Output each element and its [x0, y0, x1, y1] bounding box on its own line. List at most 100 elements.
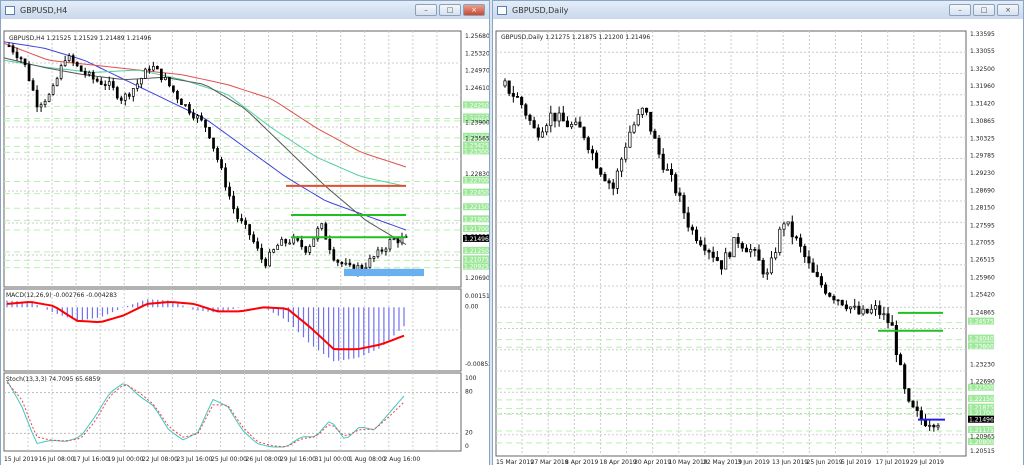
close-button[interactable]: ×	[463, 4, 485, 16]
candle-body	[168, 77, 171, 87]
price-tick: 1.30865	[970, 118, 995, 125]
candle-body	[160, 68, 163, 81]
candle-body	[878, 305, 882, 315]
candle-body	[256, 241, 259, 249]
price-tick: 1.29230	[970, 170, 995, 177]
right-chart-window[interactable]: GBPUSD,Daily – □ × 1.24575 1.24040 1.23800 1.…	[492, 0, 1024, 465]
close-button[interactable]: ×	[997, 4, 1019, 16]
candle-body	[703, 244, 707, 251]
candle-body	[51, 85, 55, 95]
candle-body	[244, 220, 247, 225]
candle-body	[815, 271, 819, 277]
left-window-title: GBPUSD,H4	[20, 5, 68, 15]
candle-body	[71, 55, 75, 63]
candle-body	[653, 130, 657, 139]
candle-body	[304, 246, 308, 253]
candle-body	[240, 218, 243, 222]
candle-body	[264, 258, 267, 267]
candle-body	[624, 146, 628, 160]
candle-body	[180, 98, 183, 105]
left-chart-window[interactable]: GBPUSD,H4 –□× 1.242501.240001.239501.236…	[0, 0, 490, 465]
candle-body	[528, 114, 532, 121]
right-title-bar[interactable]: GBPUSD,Daily – □ ×	[493, 1, 1023, 19]
candle-body	[43, 100, 47, 106]
candle-body	[757, 249, 761, 261]
h4-chart-canvas[interactable]: 1.242501.240001.239501.236001.234251.233…	[1, 19, 489, 465]
current-price-label: 1.21496	[464, 236, 489, 243]
candle-body	[865, 308, 869, 314]
candle-body	[15, 51, 19, 58]
candle-body	[565, 120, 570, 128]
candle-body	[248, 224, 251, 236]
level-label: 1.22700	[464, 178, 489, 185]
candle-body	[148, 68, 151, 71]
candle-body	[557, 112, 561, 122]
level-label: 1.23300	[464, 148, 489, 155]
candle-body	[628, 131, 632, 148]
candle-body	[678, 192, 682, 196]
candle-body	[27, 64, 31, 82]
price-tick: 1.25960	[970, 274, 995, 281]
candle-body	[87, 72, 91, 75]
candle-body	[336, 259, 340, 263]
minimize-button[interactable]: –	[949, 4, 971, 16]
candle-body	[903, 364, 907, 390]
time-label: 23 Jul 16:00	[177, 456, 213, 463]
candle-body	[204, 119, 207, 128]
candle-body	[35, 89, 39, 108]
candle-body	[869, 308, 873, 314]
candle-body	[220, 159, 223, 169]
candle-body	[31, 80, 35, 91]
moving-average-blue	[3, 41, 407, 231]
candle-body	[511, 93, 515, 97]
time-label: 1 Aug 08:00	[349, 456, 386, 463]
candle-body	[911, 400, 915, 408]
candle-body	[200, 115, 203, 121]
daily-chart-canvas[interactable]: 1.245751.240401.238001.225001.221501.218…	[493, 19, 1023, 465]
candle-body	[59, 65, 63, 79]
maximize-button[interactable]: □	[439, 4, 461, 16]
candle-body	[284, 239, 288, 244]
candle-body	[99, 80, 103, 85]
candle-body	[824, 284, 828, 294]
candle-body	[216, 148, 219, 160]
time-label: 8 Apr 2019	[565, 459, 598, 465]
candle-body	[674, 174, 678, 194]
candle-body	[857, 305, 861, 315]
macd-label: MACD(12,26,9) -0.002766 -0.004283	[6, 292, 117, 299]
candle-body	[372, 256, 376, 259]
candle-body	[915, 406, 919, 412]
candle-body	[586, 137, 590, 150]
minimize-button[interactable]: –	[415, 4, 437, 16]
candle-body	[694, 229, 699, 242]
candle-body	[570, 124, 574, 128]
time-label: 22 Jul 08:00	[142, 456, 178, 463]
candle-body	[736, 237, 740, 244]
price-tick: 1.20515	[970, 448, 995, 455]
candle-body	[139, 77, 143, 85]
candle-body	[753, 248, 757, 251]
candle-body	[861, 308, 865, 315]
macd-tick: -0.008525	[465, 361, 489, 368]
candle-body	[320, 223, 324, 229]
candle-body	[47, 94, 51, 102]
candle-body	[127, 93, 131, 97]
candle-body	[599, 167, 603, 175]
candle-body	[761, 259, 765, 275]
candle-body	[732, 237, 736, 258]
candle-body	[890, 322, 894, 326]
candle-body	[143, 68, 147, 79]
candle-body	[919, 410, 923, 421]
candle-body	[928, 424, 932, 427]
level-label: 1.21075	[464, 256, 489, 263]
left-title-bar[interactable]: GBPUSD,H4 – □ ×	[1, 1, 489, 19]
candle-body	[728, 252, 732, 258]
candle-body	[744, 247, 749, 253]
time-label: 19 Jul 00:00	[108, 456, 144, 463]
support-zone	[344, 268, 424, 277]
maximize-button[interactable]: □	[973, 4, 995, 16]
price-tick: 1.25320	[465, 50, 489, 57]
time-label: 10 May 2019	[669, 459, 708, 465]
candle-body	[272, 249, 276, 253]
price-tick: 1.24610	[465, 85, 489, 92]
